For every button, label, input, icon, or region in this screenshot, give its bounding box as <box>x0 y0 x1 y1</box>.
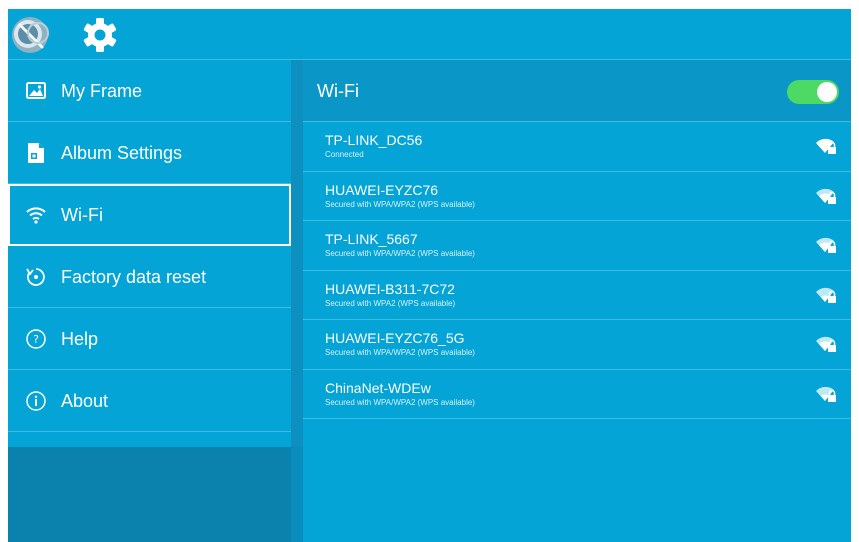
svg-text:?: ? <box>33 333 39 346</box>
app-logo-icon <box>12 17 49 53</box>
network-status: Connected <box>325 150 364 159</box>
network-row[interactable]: HUAWEI-B311-7C72 Secured with WPA2 (WPS … <box>303 271 851 320</box>
info-icon <box>26 391 46 411</box>
network-ssid: HUAWEI-B311-7C72 <box>325 280 455 297</box>
network-list: TP-LINK_DC56 Connected HUAWEI-EYZC76 Sec… <box>303 122 851 419</box>
sidebar-item-help[interactable]: ? Help <box>8 308 291 370</box>
network-ssid: TP-LINK_5667 <box>325 231 418 247</box>
sidebar-scrollbar[interactable] <box>291 60 303 446</box>
gear-icon[interactable] <box>80 15 120 55</box>
toggle-knob <box>817 82 837 102</box>
sidebar-item-wifi[interactable]: Wi-Fi <box>8 184 291 246</box>
sidebar-item-album-settings[interactable]: Album Settings <box>8 122 291 184</box>
network-status: Secured with WPA/WPA2 (WPS available) <box>325 199 475 209</box>
sidebar-item-factory-reset[interactable]: Factory data reset <box>8 246 291 308</box>
network-status: Secured with WPA2 (WPS available) <box>325 298 456 308</box>
network-row[interactable]: TP-LINK_5667 Secured with WPA/WPA2 (WPS … <box>303 221 851 271</box>
network-row[interactable]: HUAWEI-EYZC76 Secured with WPA/WPA2 (WPS… <box>303 172 851 221</box>
wifi-panel: Wi-Fi TP-LINK_DC56 Connected HUAWEI-EYZC… <box>303 60 851 542</box>
wifi-lock-icon <box>816 336 836 352</box>
wifi-icon <box>26 207 46 224</box>
network-status: Secured with WPA/WPA2 (WPS available) <box>325 249 475 258</box>
wifi-toggle[interactable] <box>787 80 839 104</box>
wifi-title: Wi-Fi <box>317 81 359 101</box>
document-icon <box>28 143 44 163</box>
sidebar-item-label: My Frame <box>61 81 142 101</box>
wifi-lock-icon <box>816 237 836 253</box>
wifi-lock-icon <box>816 287 836 303</box>
network-row[interactable]: HUAWEI-EYZC76_5G Secured with WPA/WPA2 (… <box>303 320 851 370</box>
network-status: Secured with WPA/WPA2 (WPS available) <box>325 348 475 357</box>
wifi-lock-icon <box>816 386 836 402</box>
top-bar <box>8 9 851 60</box>
photo-icon <box>26 82 46 99</box>
network-ssid: ChinaNet-WDEw <box>325 379 431 396</box>
help-icon: ? <box>26 329 46 349</box>
network-ssid: HUAWEI-EYZC76_5G <box>325 330 465 346</box>
sidebar-item-label: Wi-Fi <box>61 205 103 225</box>
sidebar-item-label: Album Settings <box>61 143 183 163</box>
sidebar-item-label: Factory data reset <box>61 267 207 287</box>
reset-icon <box>26 268 45 286</box>
network-row[interactable]: TP-LINK_DC56 Connected <box>303 122 851 172</box>
sidebar-item-label: Help <box>61 329 99 349</box>
network-status: Secured with WPA/WPA2 (WPS available) <box>325 397 475 407</box>
sidebar-item-my-frame[interactable]: My Frame <box>8 60 291 122</box>
sidebar-item-about[interactable]: About <box>8 370 291 432</box>
wifi-lock-icon <box>816 188 836 204</box>
app-window: My Frame Album Settings Wi-Fi Factory da… <box>8 9 851 542</box>
sidebar-item-label: About <box>61 391 109 411</box>
wifi-header: Wi-Fi <box>303 60 851 122</box>
network-ssid: HUAWEI-EYZC76 <box>325 181 439 198</box>
sidebar: My Frame Album Settings Wi-Fi Factory da… <box>8 60 291 542</box>
wifi-lock-icon <box>816 138 836 154</box>
network-ssid: TP-LINK_DC56 <box>325 132 423 148</box>
network-row[interactable]: ChinaNet-WDEw Secured with WPA/WPA2 (WPS… <box>303 370 851 419</box>
